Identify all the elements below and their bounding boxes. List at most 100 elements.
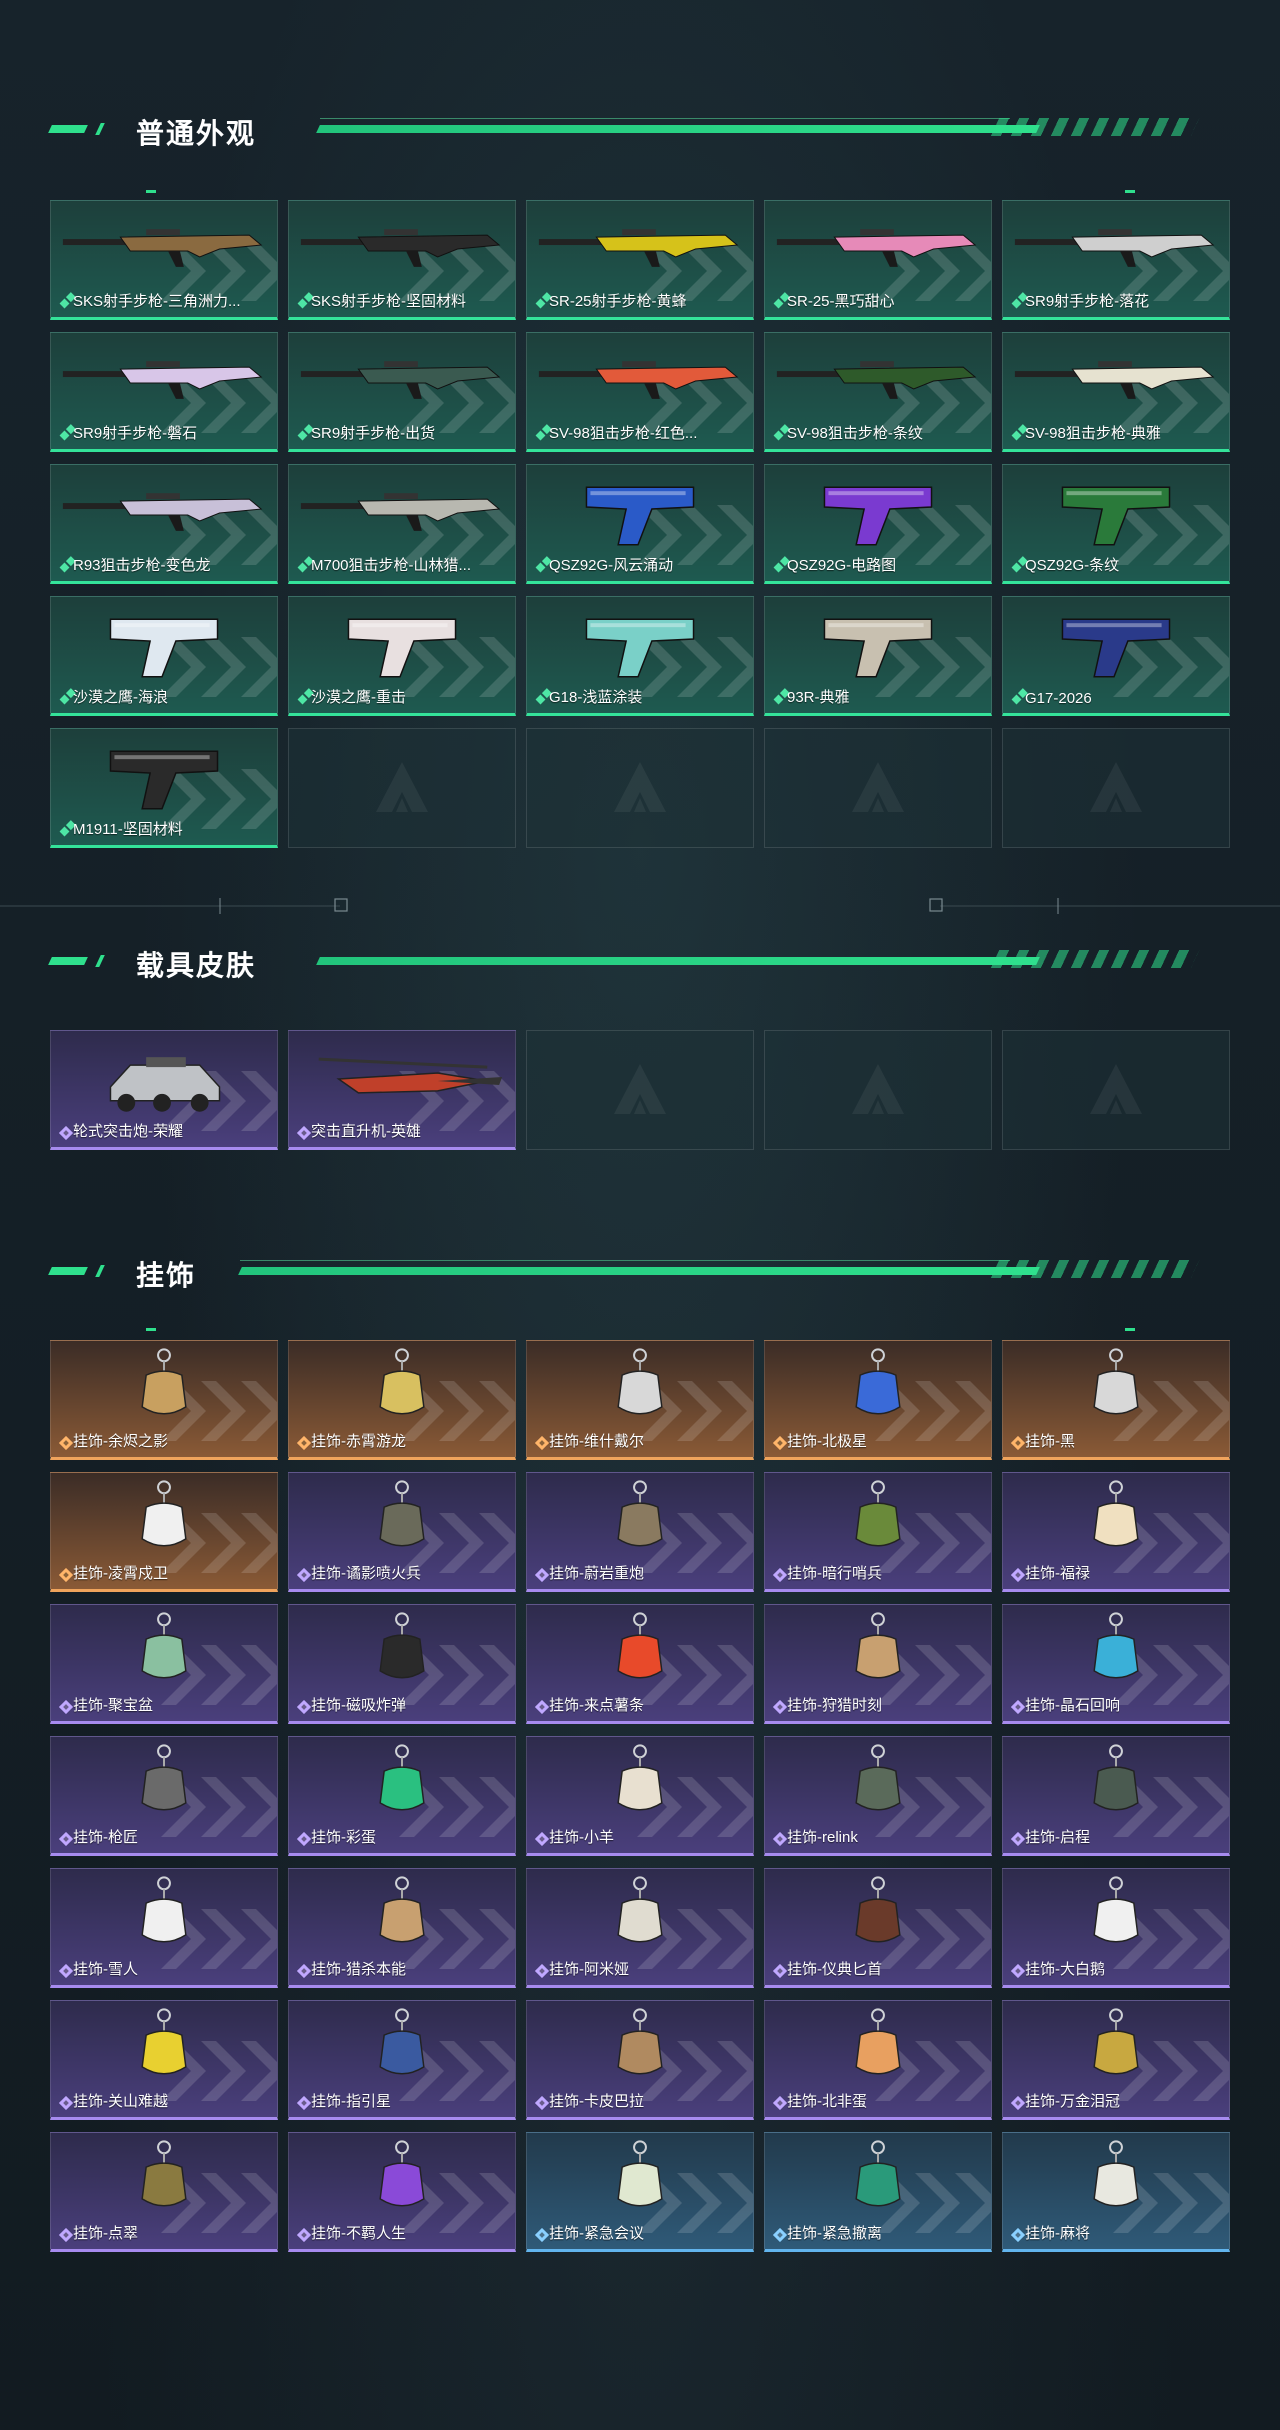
charm-card[interactable]: 挂饰-点翠 [50, 2132, 278, 2252]
vehicle-skin-card[interactable]: 轮式突击炮-荣耀 [50, 1030, 278, 1150]
charm-card[interactable]: 挂饰-谲影喷火兵 [288, 1472, 516, 1592]
pistol-icon [1061, 486, 1171, 546]
weapons-header: 普通外观 [0, 108, 1280, 149]
charm-card[interactable]: 挂饰-暗行哨兵 [764, 1472, 992, 1592]
weapon-skin-card[interactable]: G18-浅蓝涂装 [526, 596, 754, 716]
rarity-icon [59, 1126, 73, 1140]
charm-card[interactable]: 挂饰-来点薯条 [526, 1604, 754, 1724]
weapon-skin-card[interactable]: SR9射手步枪-出货 [288, 332, 516, 452]
weapon-skin-card[interactable]: M1911-坚固材料 [50, 728, 278, 848]
weapon-skin-card[interactable]: SKS射手步枪-三角洲力... [50, 200, 278, 320]
empty-slot [526, 1030, 754, 1150]
charm-card[interactable]: 挂饰-蔚岩重炮 [526, 1472, 754, 1592]
game-logo-icon [614, 1064, 666, 1114]
rifle-icon [538, 361, 739, 399]
weapon-skin-card[interactable]: SR-25射手步枪-黄蜂 [526, 200, 754, 320]
charm-card[interactable]: 挂饰-彩蛋 [288, 1736, 516, 1856]
charm-card[interactable]: 挂饰-猎杀本能 [288, 1868, 516, 1988]
weapon-skin-card[interactable]: SR-25-黑巧甜心 [764, 200, 992, 320]
weapon-skin-name: SR9射手步枪-落花 [1025, 293, 1150, 310]
weapon-skin-card[interactable]: 93R-典雅 [764, 596, 992, 716]
charm-card[interactable]: 挂饰-小羊 [526, 1736, 754, 1856]
charm-card[interactable]: 挂饰-雪人 [50, 1868, 278, 1988]
charm-card[interactable]: 挂饰-晶石回响 [1002, 1604, 1230, 1724]
rarity-icon [773, 1832, 787, 1846]
header-checker [990, 118, 1200, 136]
charm-card[interactable]: 挂饰-relink [764, 1736, 992, 1856]
charm-card[interactable]: 挂饰-指引星 [288, 2000, 516, 2120]
weapon-skin-card[interactable]: SR9射手步枪-落花 [1002, 200, 1230, 320]
charm-card[interactable]: 挂饰-仪典匕首 [764, 1868, 992, 1988]
charm-card[interactable]: 挂饰-阿米娅 [526, 1868, 754, 1988]
weapon-skin-card[interactable]: SV-98狙击步枪-典雅 [1002, 332, 1230, 452]
empty-slot [526, 728, 754, 848]
weapon-skin-card[interactable]: SV-98狙击步枪-红色... [526, 332, 754, 452]
charm-card[interactable]: 挂饰-磁吸炸弹 [288, 1604, 516, 1724]
charm-card[interactable]: 挂饰-聚宝盆 [50, 1604, 278, 1724]
weapon-skin-card[interactable]: M700狙击步枪-山林猎... [288, 464, 516, 584]
charm-card[interactable]: 挂饰-大白鹅 [1002, 1868, 1230, 1988]
header-bar [316, 125, 1040, 133]
charm-card[interactable]: 挂饰-余烬之影 [50, 1340, 278, 1460]
charm-card[interactable]: 挂饰-黑 [1002, 1340, 1230, 1460]
weapon-skin-name: R93狙击步枪-变色龙 [73, 557, 211, 574]
weapon-skin-card[interactable]: 沙漠之鹰-重击 [288, 596, 516, 716]
charm-name: 挂饰-维什戴尔 [549, 1433, 644, 1450]
charm-name: 挂饰-猎杀本能 [311, 1961, 406, 1978]
charm-name: 挂饰-紧急撤离 [787, 2225, 882, 2242]
weapon-skin-card[interactable]: SR9射手步枪-磐石 [50, 332, 278, 452]
rarity-icon [297, 1700, 311, 1714]
empty-slot [288, 728, 516, 848]
charm-card[interactable]: 挂饰-狩猎时刻 [764, 1604, 992, 1724]
weapon-skin-card[interactable]: G17-2026 [1002, 596, 1230, 716]
charm-card[interactable]: 挂饰-枪匠 [50, 1736, 278, 1856]
charm-card[interactable]: 挂饰-赤霄游龙 [288, 1340, 516, 1460]
rarity-icon [297, 1964, 311, 1978]
rifle-icon [1014, 361, 1215, 399]
charm-icon [379, 1612, 425, 1679]
weapon-skin-card[interactable]: QSZ92G-风云涌动 [526, 464, 754, 584]
vehicle-icon [109, 1057, 221, 1112]
charm-card[interactable]: 挂饰-维什戴尔 [526, 1340, 754, 1460]
charm-card[interactable]: 挂饰-北极星 [764, 1340, 992, 1460]
charm-card[interactable]: 挂饰-紧急会议 [526, 2132, 754, 2252]
vehicle-skin-card[interactable]: 突击直升机-英雄 [288, 1030, 516, 1150]
weapon-skin-card[interactable]: SKS射手步枪-坚固材料 [288, 200, 516, 320]
charm-card[interactable]: 挂饰-启程 [1002, 1736, 1230, 1856]
rarity-icon [59, 1964, 73, 1978]
charm-card[interactable]: 挂饰-紧急撤离 [764, 2132, 992, 2252]
charm-icon [141, 1480, 187, 1547]
charm-icon [1093, 2140, 1139, 2207]
weapon-skin-name: SKS射手步枪-三角洲力... [73, 293, 241, 310]
rifle-icon [538, 229, 739, 267]
weapon-skin-card[interactable]: R93狙击步枪-变色龙 [50, 464, 278, 584]
charm-name: 挂饰-北非蛋 [787, 2093, 867, 2110]
weapon-skin-card[interactable]: QSZ92G-电路图 [764, 464, 992, 584]
charm-card[interactable]: 挂饰-万金泪冠 [1002, 2000, 1230, 2120]
charm-card[interactable]: 挂饰-关山难越 [50, 2000, 278, 2120]
charm-card[interactable]: 挂饰-凌霄戍卫 [50, 1472, 278, 1592]
game-logo-icon [1090, 762, 1142, 812]
charm-icon [855, 1480, 901, 1547]
charm-card[interactable]: 挂饰-麻将 [1002, 2132, 1230, 2252]
charms-section: 挂饰 挂饰-余烬之影 挂饰-赤霄游龙 挂饰-维什戴尔 挂饰-北极星 挂饰-黑 挂饰-凌霄戍… [0, 1250, 1280, 2252]
charm-card[interactable]: 挂饰-卡皮巴拉 [526, 2000, 754, 2120]
weapon-skin-card[interactable]: QSZ92G-条纹 [1002, 464, 1230, 584]
weapon-skin-name: 93R-典雅 [787, 689, 850, 706]
weapon-skin-card[interactable]: 沙漠之鹰-海浪 [50, 596, 278, 716]
weapon-skin-name: SR-25射手步枪-黄蜂 [549, 293, 687, 310]
charm-icon [855, 2008, 901, 2075]
rifle-icon [300, 229, 501, 267]
charm-card[interactable]: 挂饰-福禄 [1002, 1472, 1230, 1592]
header-accent [48, 125, 88, 133]
charm-icon [1093, 1480, 1139, 1547]
charm-icon [141, 2140, 187, 2207]
charm-card[interactable]: 挂饰-北非蛋 [764, 2000, 992, 2120]
charm-card[interactable]: 挂饰-不羁人生 [288, 2132, 516, 2252]
corner-tick [146, 1328, 156, 1331]
weapon-skin-card[interactable]: SV-98狙击步枪-条纹 [764, 332, 992, 452]
charm-name: 挂饰-磁吸炸弹 [311, 1697, 406, 1714]
rarity-icon [297, 1568, 311, 1582]
charm-icon [379, 2008, 425, 2075]
charm-icon [141, 2008, 187, 2075]
